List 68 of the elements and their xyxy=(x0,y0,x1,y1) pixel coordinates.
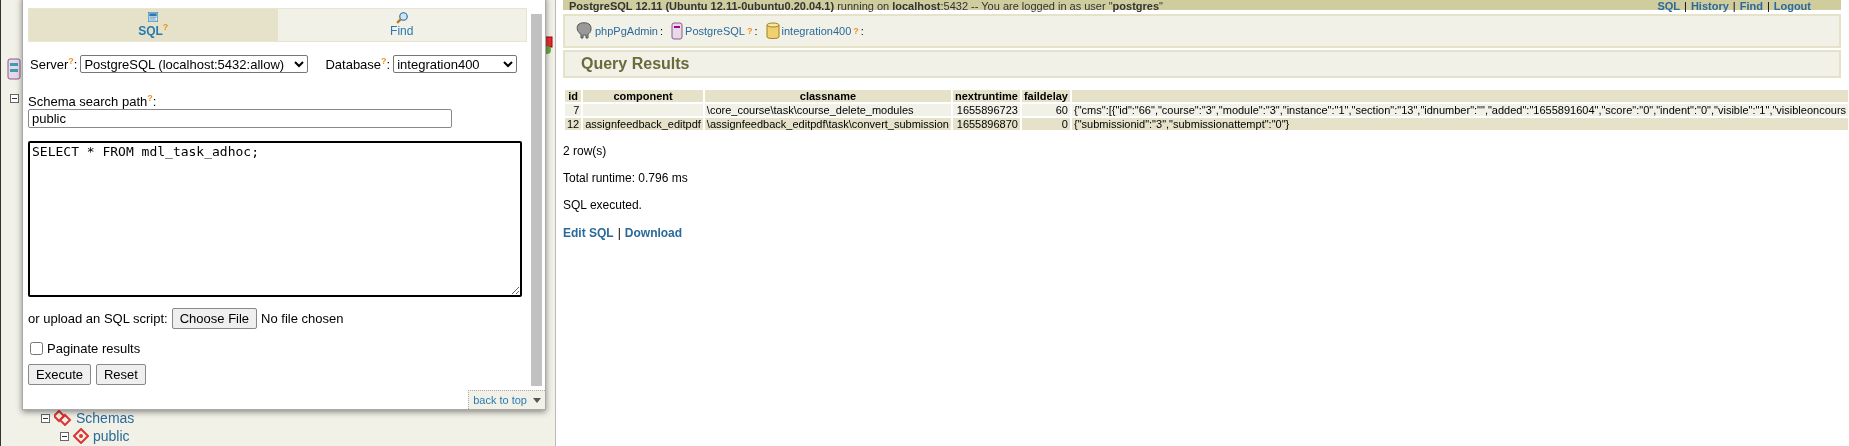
breadcrumb-link[interactable]: integration400 xyxy=(781,25,852,37)
runtime-text: Total runtime: 0.796 ms xyxy=(563,171,689,185)
top-link[interactable]: History xyxy=(1690,0,1729,10)
table-cell: 0 xyxy=(1021,118,1070,130)
separator: : xyxy=(860,25,864,37)
column-header: id xyxy=(565,90,582,102)
table-cell: \core_course\task\course_delete_modules xyxy=(704,104,951,116)
collapse-icon[interactable] xyxy=(9,94,19,103)
tree-item[interactable]: Schemas xyxy=(76,410,135,426)
table-cell: {"submissionid":"3","submissionattempt":"0"} xyxy=(1072,118,1849,130)
top-link[interactable]: Find xyxy=(1739,0,1763,10)
back-to-top-link[interactable]: back to top xyxy=(468,390,545,409)
tab[interactable]: Find xyxy=(277,9,526,41)
column-header: faildelay xyxy=(1021,90,1070,102)
table-cell: 12 xyxy=(565,118,582,130)
tab[interactable]: SQL$^{?}$ xyxy=(29,9,278,41)
paginate-label: Paginate results xyxy=(47,341,141,357)
schema-icon xyxy=(73,428,89,444)
table-cell: 7 xyxy=(565,104,582,116)
file-status: No file chosen xyxy=(261,311,344,327)
column-header: classname xyxy=(704,90,951,102)
separator: | xyxy=(617,226,621,240)
column-header: component xyxy=(583,90,703,102)
schema-path-label: Schema search path$^{?}$: xyxy=(28,93,158,110)
collapse-icon[interactable] xyxy=(60,431,69,441)
breadcrumb-link[interactable]: PostgreSQL xyxy=(685,25,745,37)
separator: | xyxy=(1684,0,1687,10)
table-cell: assignfeedback_editpdf xyxy=(583,118,703,130)
table-cell: \assignfeedback_editpdf\task\convert_submission xyxy=(704,118,951,130)
row-count: 2 row(s) xyxy=(563,144,608,158)
server-info: PostgreSQL 12.11 (Ubuntu 12.11-0ubuntu0.20.04.1) running on localhost:5432 -- You are logged in as user "postgres" xyxy=(569,0,1163,10)
server-icon xyxy=(671,22,684,40)
breadcrumb-link[interactable]: phpPgAdmin xyxy=(595,25,658,37)
separator: | xyxy=(1732,0,1736,10)
action-link[interactable]: Edit SQL xyxy=(563,226,614,240)
paginate-checkbox[interactable] xyxy=(30,342,43,356)
column-header: nextruntime xyxy=(953,90,1020,102)
database-select[interactable]: integration400 xyxy=(393,55,518,73)
table-cell: {"cms":[{"id":"66","course":"3","module":"3","instance":"1","section":"13","idnumber":"","added":"1655891604","score":"0","indent":"0","visible":"1","visibleoncours xyxy=(1072,104,1849,116)
page-title: Query Results xyxy=(581,55,690,73)
chevron-icon xyxy=(503,60,514,68)
upload-label: or upload an SQL script: xyxy=(28,311,168,327)
server-label: Server$^{?}$: xyxy=(30,55,78,73)
form-button[interactable]: Reset xyxy=(96,364,146,386)
table-cell: 60 xyxy=(1021,104,1070,116)
caret-icon xyxy=(533,397,541,403)
scrollbar[interactable] xyxy=(531,14,542,386)
database-label: Database$^{?}$: xyxy=(325,55,391,73)
schema-path-field[interactable]: public xyxy=(28,109,452,129)
separator: : xyxy=(754,25,758,37)
table-cell: 1655896870 xyxy=(953,118,1020,130)
tree-item[interactable]: public xyxy=(93,428,130,444)
separator: : xyxy=(660,25,664,37)
top-link[interactable]: SQL xyxy=(1657,0,1681,10)
choose-file-button[interactable]: Choose File xyxy=(171,308,258,330)
separator: | xyxy=(1766,0,1770,10)
action-link[interactable]: Download xyxy=(624,226,683,240)
sql-query-field[interactable]: SELECT * FROM mdl_task_adhoc; xyxy=(28,141,522,298)
server-icon[interactable] xyxy=(7,58,21,80)
collapse-icon[interactable] xyxy=(41,413,50,423)
server-select[interactable]: PostgreSQL (localhost:5432:allow) xyxy=(80,55,309,73)
form-button[interactable]: Execute xyxy=(28,364,91,386)
table-cell: 1655896723 xyxy=(953,104,1020,116)
elephant-icon xyxy=(575,22,593,40)
schemas-icon xyxy=(54,410,72,426)
status-message: SQL executed. xyxy=(563,198,643,212)
top-link[interactable]: Logout xyxy=(1773,0,1811,10)
chevron-icon xyxy=(294,60,305,68)
